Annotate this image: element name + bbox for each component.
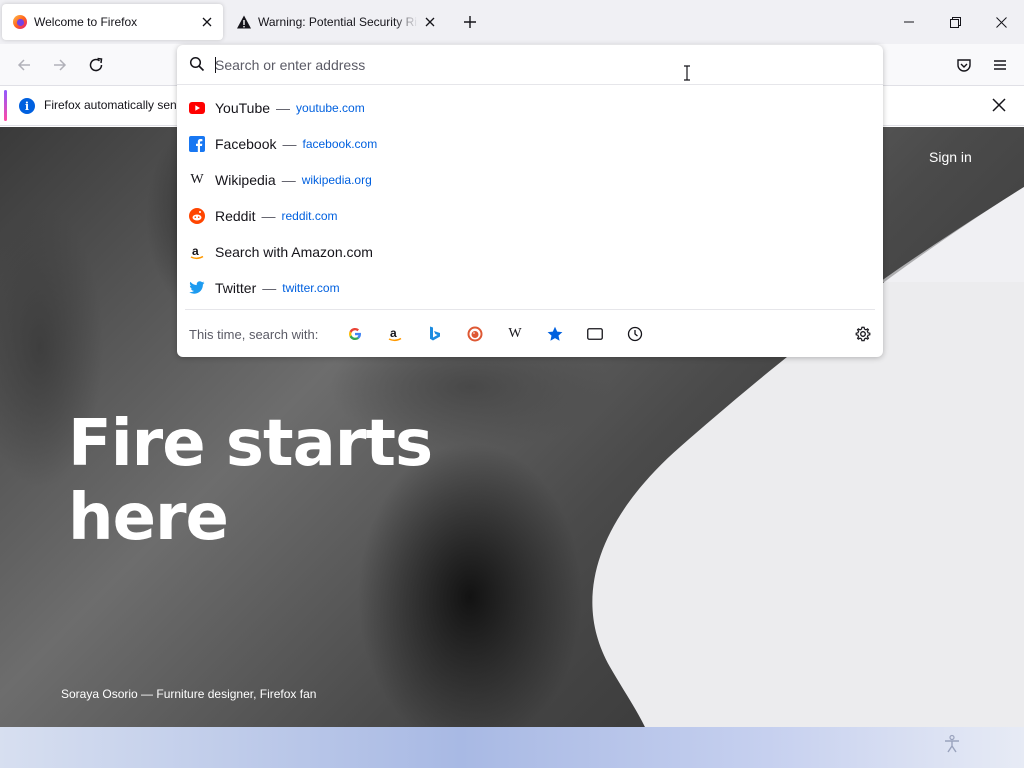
forward-arrow-icon bbox=[54, 59, 67, 71]
suggestion-title: Wikipedia bbox=[215, 172, 276, 188]
firefox-icon bbox=[12, 14, 28, 30]
suggestion-title: YouTube bbox=[215, 100, 271, 116]
separator: — bbox=[261, 208, 276, 224]
amazon-icon[interactable]: a bbox=[385, 324, 405, 344]
menu-button[interactable] bbox=[986, 51, 1014, 79]
close-window-button[interactable] bbox=[978, 0, 1024, 44]
reload-button[interactable] bbox=[82, 51, 110, 79]
tab-strip: Welcome to Firefox Warning: Potential Se… bbox=[0, 0, 1024, 44]
minimize-icon bbox=[904, 21, 914, 23]
suggestion-title: Search with Amazon.com bbox=[215, 244, 373, 260]
suggestion-title: Reddit bbox=[215, 208, 256, 224]
address-input[interactable] bbox=[215, 53, 855, 77]
suggestion-reddit[interactable]: Reddit — reddit.com bbox=[177, 198, 883, 234]
close-icon bbox=[995, 16, 1007, 28]
divider bbox=[185, 309, 875, 310]
bottom-band bbox=[0, 727, 1024, 768]
duckduckgo-icon[interactable] bbox=[465, 324, 485, 344]
sign-in-link[interactable]: Sign in bbox=[929, 149, 972, 165]
tab-welcome[interactable]: Welcome to Firefox bbox=[2, 4, 223, 40]
facebook-icon bbox=[189, 136, 205, 152]
separator: — bbox=[281, 172, 296, 188]
photo-caption: Soraya Osorio — Furniture designer, Fire… bbox=[61, 687, 317, 701]
restore-icon bbox=[949, 16, 961, 28]
separator: — bbox=[276, 100, 291, 116]
svg-text:a: a bbox=[192, 244, 199, 258]
suggestion-twitter[interactable]: Twitter — twitter.com bbox=[177, 270, 883, 306]
separator: — bbox=[262, 280, 277, 296]
one-off-search-bar: This time, search with: a W bbox=[177, 309, 883, 357]
google-icon[interactable] bbox=[345, 324, 365, 344]
suggestion-wikipedia[interactable]: W Wikipedia — wikipedia.org bbox=[177, 162, 883, 198]
minimize-button[interactable] bbox=[886, 0, 932, 44]
youtube-icon bbox=[189, 100, 205, 116]
history-icon[interactable] bbox=[625, 324, 645, 344]
suggestion-amazon[interactable]: a Search with Amazon.com bbox=[177, 234, 883, 270]
separator: — bbox=[282, 136, 297, 152]
notification-close-button[interactable] bbox=[992, 98, 1006, 115]
suggestion-url: twitter.com bbox=[282, 281, 340, 295]
address-bar-dropdown: YouTube — youtube.com Facebook — faceboo… bbox=[177, 45, 883, 357]
close-icon[interactable] bbox=[422, 14, 438, 30]
suggestion-url: wikipedia.org bbox=[301, 173, 372, 187]
back-button[interactable] bbox=[10, 51, 38, 79]
search-icon bbox=[189, 56, 205, 75]
svg-text:a: a bbox=[390, 326, 397, 340]
bing-icon[interactable] bbox=[425, 324, 445, 344]
back-arrow-icon bbox=[17, 59, 30, 71]
one-off-label: This time, search with: bbox=[189, 327, 319, 342]
accessibility-icon[interactable] bbox=[942, 734, 962, 757]
wikipedia-icon: W bbox=[190, 172, 204, 187]
suggestion-list: YouTube — youtube.com Facebook — faceboo… bbox=[177, 90, 883, 306]
bookmarks-icon[interactable] bbox=[545, 324, 565, 344]
tabs-icon[interactable] bbox=[585, 324, 605, 344]
suggestion-url: youtube.com bbox=[296, 101, 365, 115]
suggestion-title: Facebook bbox=[215, 136, 277, 152]
wikipedia-icon[interactable]: W bbox=[505, 324, 525, 344]
hero-title: Fire starts here bbox=[68, 407, 433, 555]
reload-icon bbox=[89, 57, 103, 72]
suggestion-facebook[interactable]: Facebook — facebook.com bbox=[177, 126, 883, 162]
tab-label: Welcome to Firefox bbox=[34, 15, 138, 29]
warning-icon bbox=[236, 14, 252, 30]
suggestion-youtube[interactable]: YouTube — youtube.com bbox=[177, 90, 883, 126]
info-icon: i bbox=[19, 98, 35, 114]
amazon-icon: a bbox=[189, 244, 205, 260]
new-tab-button[interactable] bbox=[458, 10, 482, 34]
text-cursor-icon bbox=[683, 65, 691, 84]
close-icon bbox=[992, 98, 1006, 112]
plus-icon bbox=[464, 16, 476, 28]
restore-button[interactable] bbox=[932, 0, 978, 44]
text-caret bbox=[215, 57, 216, 73]
suggestion-url: facebook.com bbox=[302, 137, 378, 151]
close-icon[interactable] bbox=[199, 14, 215, 30]
reddit-icon bbox=[189, 208, 205, 224]
pocket-button[interactable] bbox=[950, 51, 978, 79]
tab-label: Warning: Potential Security Risk Ahead bbox=[258, 15, 418, 29]
forward-button[interactable] bbox=[46, 51, 74, 79]
suggestion-url: reddit.com bbox=[281, 209, 338, 223]
pocket-icon bbox=[957, 59, 971, 72]
settings-icon[interactable] bbox=[853, 324, 873, 344]
suggestion-title: Twitter bbox=[215, 280, 257, 296]
twitter-icon bbox=[189, 280, 205, 296]
hamburger-menu-icon bbox=[994, 60, 1006, 70]
address-bar[interactable] bbox=[177, 45, 883, 85]
tab-security-warning[interactable]: Warning: Potential Security Risk Ahead bbox=[226, 4, 446, 40]
